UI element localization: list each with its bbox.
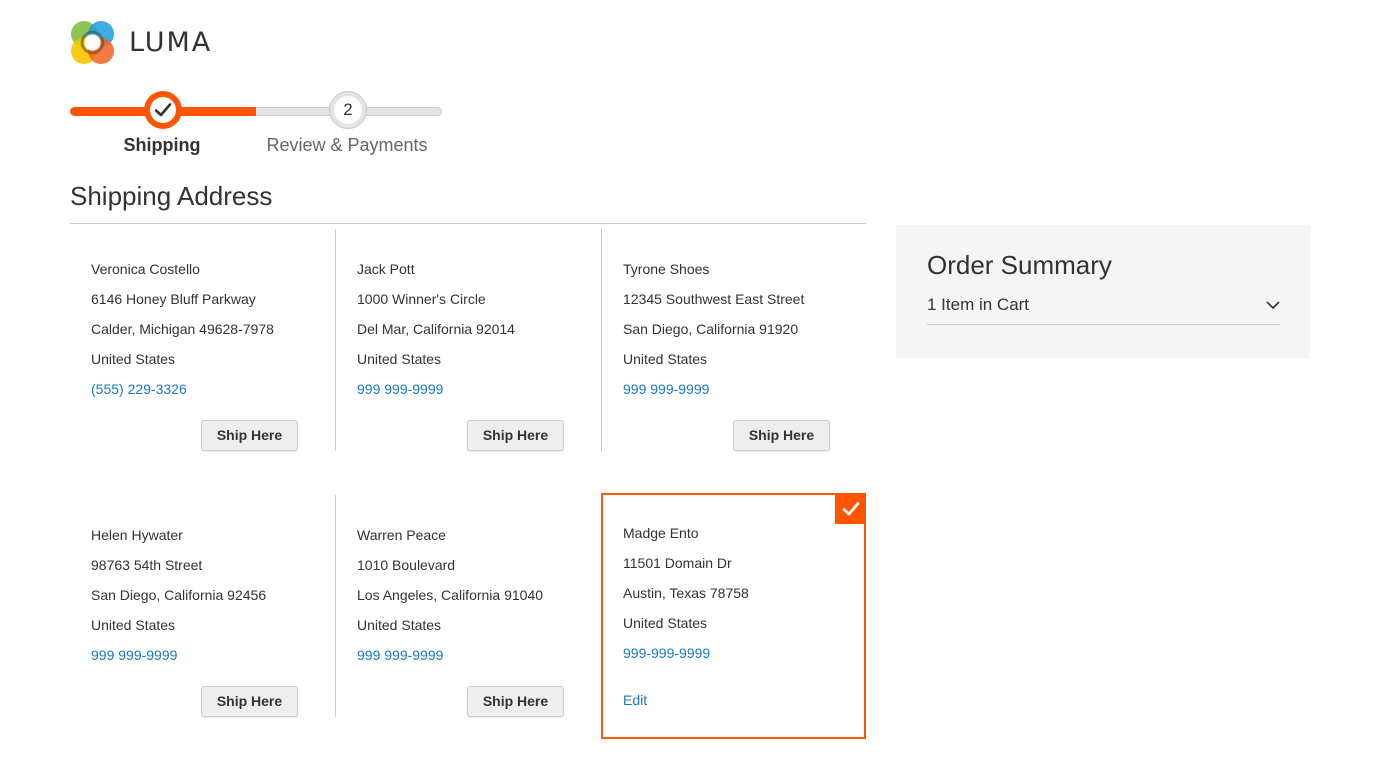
address-city: Los Angeles, California 91040 [357, 587, 544, 603]
address-city: Austin, Texas 78758 [623, 585, 749, 601]
step-review-label: Review & Payments [266, 135, 428, 155]
address-name: Madge Ento [623, 525, 699, 541]
address-name: Warren Peace [357, 527, 446, 543]
ship-here-button[interactable]: Ship Here [201, 686, 298, 717]
checkmark-icon [154, 103, 172, 117]
address-card: Helen Hywater 98763 54th Street San Dieg… [70, 495, 336, 717]
order-summary-title: Order Summary [927, 250, 1112, 280]
address-city: Del Mar, California 92014 [357, 321, 515, 337]
ship-here-button[interactable]: Ship Here [201, 420, 298, 451]
address-country: United States [357, 617, 442, 633]
address-street: 6146 Honey Bluff Parkway [91, 291, 256, 307]
edit-address-link[interactable]: Edit [623, 685, 647, 715]
address-phone-link[interactable]: 999 999-9999 [623, 374, 868, 404]
step-number: 2 [334, 96, 362, 124]
address-card: Warren Peace 1010 Boulevard Los Angeles,… [336, 495, 602, 717]
address-country: United States [91, 617, 176, 633]
step-review-indicator: 2 [329, 91, 367, 129]
step-shipping-indicator[interactable] [144, 91, 182, 129]
address-name: Veronica Costello [91, 261, 200, 277]
address-country: United States [623, 615, 708, 631]
address-street: 98763 54th Street [91, 557, 203, 573]
step-shipping-label[interactable]: Shipping [124, 135, 201, 156]
cart-items-toggle[interactable]: 1 Item in Cart [927, 292, 1280, 325]
address-card: Jack Pott 1000 Winner's Circle Del Mar, … [336, 229, 602, 451]
checkmark-icon [842, 501, 859, 515]
address-phone-link[interactable]: 999-999-9999 [623, 638, 864, 668]
order-summary-panel: Order Summary 1 Item in Cart [896, 225, 1310, 358]
luma-logo-icon [71, 21, 114, 64]
address-country: United States [623, 351, 708, 367]
logo-wordmark: LUMA [129, 27, 213, 58]
ship-here-button[interactable]: Ship Here [467, 420, 564, 451]
address-city: San Diego, California 92456 [91, 587, 267, 603]
luma-logo[interactable]: LUMA [70, 20, 212, 65]
address-street: 12345 Southwest East Street [623, 291, 805, 307]
address-city: San Diego, California 91920 [623, 321, 799, 337]
cart-items-count: 1 Item in Cart [927, 295, 1030, 314]
address-name: Jack Pott [357, 261, 415, 277]
address-phone-link[interactable]: (555) 229-3326 [91, 374, 335, 404]
address-country: United States [357, 351, 442, 367]
address-phone-link[interactable]: 999 999-9999 [357, 374, 601, 404]
selected-badge [835, 493, 866, 524]
address-street: 11501 Domain Dr [623, 555, 732, 571]
shipping-address-title: Shipping Address [70, 181, 866, 224]
checkout-progress-bar: 2 Shipping Review & Payments [70, 88, 442, 168]
address-city: Calder, Michigan 49628-7978 [91, 321, 274, 337]
ship-here-button[interactable]: Ship Here [733, 420, 830, 451]
address-phone-link[interactable]: 999 999-9999 [357, 640, 601, 670]
address-street: 1010 Boulevard [357, 557, 456, 573]
address-phone-link[interactable]: 999 999-9999 [91, 640, 335, 670]
address-country: United States [91, 351, 176, 367]
address-card: Veronica Costello 6146 Honey Bluff Parkw… [70, 229, 336, 451]
address-street: 1000 Winner's Circle [357, 291, 486, 307]
chevron-down-icon [1266, 301, 1280, 309]
address-card-selected: Madge Ento 11501 Domain Dr Austin, Texas… [601, 493, 866, 739]
address-name: Helen Hywater [91, 527, 183, 543]
address-card: Tyrone Shoes 12345 Southwest East Street… [602, 229, 868, 451]
address-name: Tyrone Shoes [623, 261, 710, 277]
ship-here-button[interactable]: Ship Here [467, 686, 564, 717]
